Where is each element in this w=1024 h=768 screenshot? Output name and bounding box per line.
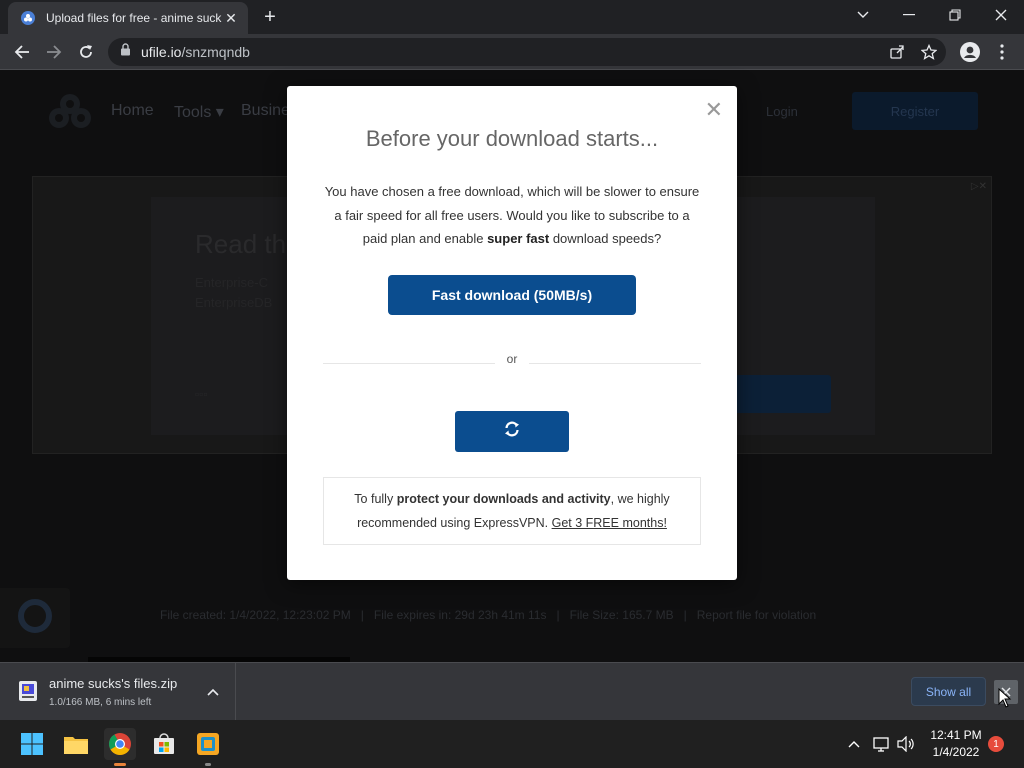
ad-choices-icon[interactable]: ▷✕ bbox=[971, 181, 987, 192]
ad-body-line: Enterprise-C bbox=[195, 275, 268, 290]
ufile-favicon-icon bbox=[20, 10, 36, 26]
register-button[interactable]: Register bbox=[852, 92, 978, 130]
browser-tab[interactable]: Upload files for free - anime suck ✕ bbox=[8, 2, 248, 34]
modal-text-part: download speeds? bbox=[549, 231, 662, 246]
separator: | bbox=[360, 608, 364, 622]
new-tab-button[interactable]: + bbox=[258, 6, 282, 30]
app-taskbar-icon[interactable] bbox=[192, 728, 224, 766]
ad-body: Enterprise-C EnterpriseDB bbox=[195, 273, 272, 313]
file-size: File Size: 165.7 MB bbox=[569, 608, 674, 622]
login-link[interactable]: Login bbox=[766, 104, 798, 119]
nav-home-link[interactable]: Home bbox=[111, 102, 154, 120]
file-expires: File expires in: 29d 23h 41m 11s bbox=[373, 608, 547, 622]
running-app-indicator bbox=[205, 763, 211, 766]
windows-taskbar: 12:41 PM 1/4/2022 1 bbox=[0, 720, 1024, 768]
reload-icon[interactable] bbox=[72, 38, 100, 66]
tab-search-icon[interactable] bbox=[840, 0, 886, 30]
file-created: File created: 1/4/2022, 12:23:02 PM bbox=[160, 608, 351, 622]
url-domain: ufile.io bbox=[141, 44, 182, 60]
mouse-cursor-icon bbox=[998, 687, 1012, 708]
browser-toolbar: ufile.io/snzmqndb bbox=[0, 34, 1024, 70]
download-modal: ✕ Before your download starts... You hav… bbox=[287, 86, 737, 580]
file-info-bar: File created: 1/4/2022, 12:23:02 PM | File… bbox=[160, 608, 816, 622]
browser-tab-strip: Upload files for free - anime suck ✕ + bbox=[0, 0, 1024, 34]
forward-arrow-icon[interactable] bbox=[40, 38, 68, 66]
tab-title: Upload files for free - anime suck bbox=[46, 11, 222, 25]
close-window-button[interactable] bbox=[978, 0, 1024, 30]
separator: | bbox=[683, 608, 687, 622]
active-app-indicator bbox=[114, 763, 126, 766]
divider-right bbox=[529, 363, 701, 364]
notification-badge[interactable]: 1 bbox=[988, 736, 1004, 752]
bookmark-star-icon[interactable] bbox=[920, 43, 938, 61]
chevron-up-icon[interactable] bbox=[204, 683, 222, 701]
tab-close-icon[interactable]: ✕ bbox=[222, 10, 240, 27]
modal-text-bold: super fast bbox=[487, 231, 550, 246]
url-text: ufile.io/snzmqndb bbox=[141, 44, 250, 60]
download-item[interactable]: anime sucks's files.zip 1.0/166 MB, 6 mi… bbox=[0, 663, 236, 720]
file-explorer-icon[interactable] bbox=[60, 728, 92, 760]
separator: | bbox=[556, 608, 560, 622]
minimize-button[interactable] bbox=[886, 0, 932, 30]
ufile-logo-icon[interactable] bbox=[46, 92, 94, 132]
profile-avatar-icon[interactable] bbox=[956, 38, 984, 66]
ad-logo: ▫▫▫ bbox=[195, 387, 208, 401]
download-shelf: anime sucks's files.zip 1.0/166 MB, 6 mi… bbox=[0, 662, 1024, 720]
network-icon[interactable] bbox=[872, 734, 892, 754]
back-arrow-icon[interactable] bbox=[8, 38, 36, 66]
modal-title: Before your download starts... bbox=[365, 126, 659, 151]
chrome-menu-icon[interactable] bbox=[988, 38, 1016, 66]
microsoft-store-icon[interactable] bbox=[148, 728, 180, 760]
download-file-name: anime sucks's files.zip bbox=[49, 676, 178, 691]
free-download-button[interactable] bbox=[455, 411, 569, 452]
show-all-downloads-button[interactable]: Show all bbox=[911, 677, 986, 706]
address-bar[interactable]: ufile.io/snzmqndb bbox=[108, 38, 946, 66]
windows-start-icon[interactable] bbox=[16, 728, 48, 760]
recaptcha-badge[interactable] bbox=[0, 588, 70, 648]
taskbar-clock[interactable]: 12:41 PM 1/4/2022 bbox=[924, 727, 988, 761]
loading-spinner-icon bbox=[504, 421, 520, 442]
zip-file-icon bbox=[18, 680, 38, 702]
modal-description: You have chosen a free download, which w… bbox=[321, 180, 703, 251]
chevron-up-tray-icon[interactable] bbox=[844, 734, 864, 754]
speaker-volume-icon[interactable] bbox=[896, 734, 916, 754]
clock-date: 1/4/2022 bbox=[932, 745, 980, 759]
vpn-promo-box: To fully protect your downloads and acti… bbox=[323, 477, 701, 545]
ad-headline: Read th bbox=[195, 229, 287, 259]
vpn-text-bold: protect your downloads and activity bbox=[396, 492, 611, 506]
nav-tools-link[interactable]: Tools ▾ bbox=[174, 102, 224, 122]
ad-cta-button[interactable] bbox=[721, 375, 831, 413]
download-status: 1.0/166 MB, 6 mins left bbox=[49, 697, 152, 708]
ad-body-line: EnterpriseDB bbox=[195, 295, 273, 310]
share-icon[interactable] bbox=[888, 43, 906, 61]
vpn-offer-link[interactable]: Get 3 FREE months! bbox=[552, 516, 667, 530]
clock-time: 12:41 PM bbox=[930, 728, 982, 742]
nav-business-link[interactable]: Busine bbox=[241, 102, 290, 120]
url-path: /snzmqndb bbox=[181, 44, 250, 60]
lock-icon[interactable] bbox=[120, 43, 131, 61]
report-file-link[interactable]: Report file for violation bbox=[697, 608, 816, 622]
fast-download-button[interactable]: Fast download (50MB/s) bbox=[388, 275, 636, 315]
vpn-text-part: To fully bbox=[354, 492, 397, 506]
restore-button[interactable] bbox=[932, 0, 978, 30]
modal-close-icon[interactable]: ✕ bbox=[705, 98, 723, 122]
chrome-taskbar-icon[interactable] bbox=[104, 728, 136, 766]
